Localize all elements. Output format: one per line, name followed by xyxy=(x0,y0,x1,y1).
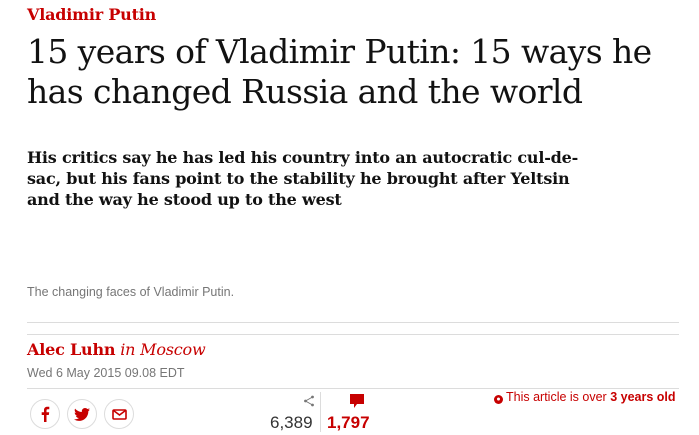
image-caption: The changing faces of Vladimir Putin. xyxy=(27,285,235,299)
share-twitter-button[interactable] xyxy=(67,399,97,429)
comment-count-link[interactable]: 1,797 xyxy=(327,413,370,433)
divider xyxy=(27,322,679,323)
age-notice-prefix: This article is over xyxy=(506,390,611,404)
clock-icon: ● xyxy=(494,395,503,404)
article-headline: 15 years of Vladimir Putin: 15 ways he h… xyxy=(27,32,652,111)
share-count-icon[interactable] xyxy=(303,394,315,412)
share-facebook-button[interactable] xyxy=(30,399,60,429)
author-link[interactable]: Alec Luhn xyxy=(27,340,116,359)
facebook-icon xyxy=(40,406,50,422)
twitter-icon xyxy=(74,407,90,421)
comment-icon[interactable] xyxy=(349,393,365,414)
age-notice-age: 3 years old xyxy=(610,390,676,404)
share-email-button[interactable] xyxy=(104,399,134,429)
divider xyxy=(27,388,679,389)
divider xyxy=(320,392,321,432)
divider xyxy=(27,334,679,335)
section-kicker-link[interactable]: Vladimir Putin xyxy=(27,5,156,24)
publication-date: Wed 6 May 2015 09.08 EDT xyxy=(27,366,185,380)
share-count: 6,389 xyxy=(270,413,313,432)
byline: Alec Luhn in Moscow xyxy=(27,340,206,359)
article-age-notice: ● This article is over 3 years old xyxy=(494,390,676,404)
byline-location: in Moscow xyxy=(120,340,206,359)
email-icon xyxy=(111,408,127,420)
article-standfirst: His critics say he has led his country i… xyxy=(27,148,579,209)
